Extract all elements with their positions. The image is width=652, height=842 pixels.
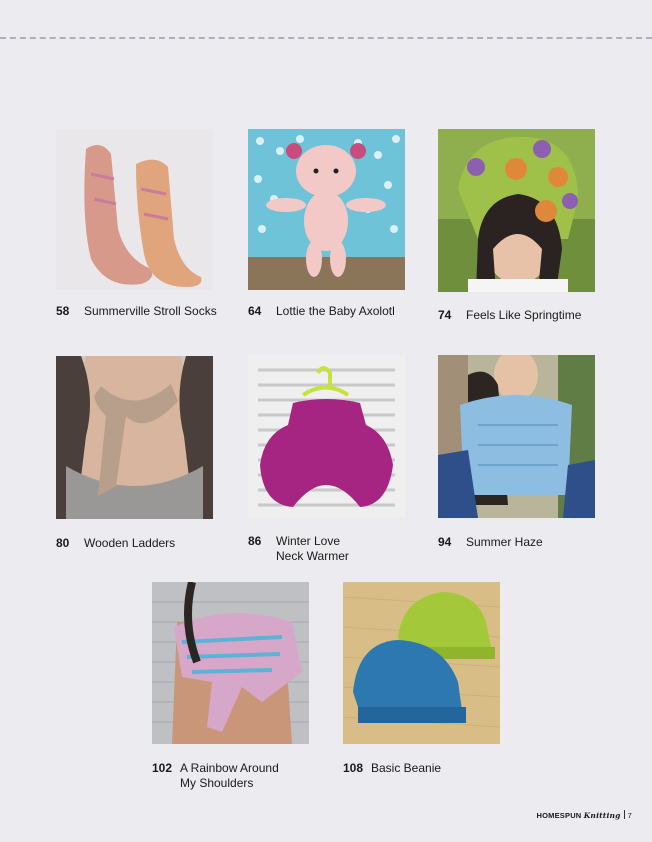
page-number: 58 bbox=[56, 304, 70, 318]
page-number: 94 bbox=[438, 535, 452, 549]
caption-102: 102 A Rainbow Around My Shoulders bbox=[152, 761, 342, 793]
footer-page-number: 7 bbox=[627, 811, 632, 820]
page-number: 80 bbox=[56, 536, 70, 550]
photo-basic-beanie[interactable] bbox=[343, 582, 500, 744]
caption-86: 86 Winter Love Neck Warmer bbox=[248, 534, 438, 566]
page-number: 108 bbox=[343, 761, 364, 775]
photo-wooden-ladders[interactable] bbox=[56, 356, 213, 519]
pattern-title[interactable]: Basic Beanie bbox=[371, 761, 441, 776]
brand-script: Knitting bbox=[583, 811, 621, 820]
pattern-title[interactable]: Feels Like Springtime bbox=[466, 308, 581, 323]
photo-winter-love-neck-warmer[interactable] bbox=[248, 355, 405, 518]
photo-lottie-the-baby-axolotl[interactable] bbox=[248, 129, 405, 290]
page-number: 74 bbox=[438, 308, 452, 322]
dashed-rule bbox=[0, 37, 652, 39]
photo-summerville-stroll-socks[interactable] bbox=[56, 129, 213, 290]
page-footer: HOMESPUN Knitting 7 bbox=[536, 810, 632, 820]
pattern-title-line-2[interactable]: Neck Warmer bbox=[276, 549, 349, 564]
photo-summer-haze[interactable] bbox=[438, 355, 595, 518]
footer-divider bbox=[623, 810, 625, 819]
photo-feels-like-springtime[interactable] bbox=[438, 129, 595, 292]
pattern-title[interactable]: Summer Haze bbox=[466, 535, 543, 550]
pattern-title-line-1[interactable]: Winter Love bbox=[276, 534, 340, 549]
page-number: 86 bbox=[248, 534, 262, 548]
pattern-title[interactable]: Summerville Stroll Socks bbox=[84, 304, 217, 319]
pattern-title-line-2[interactable]: My Shoulders bbox=[180, 776, 253, 791]
page-number: 64 bbox=[248, 304, 262, 318]
pattern-title[interactable]: Wooden Ladders bbox=[84, 536, 175, 551]
brand-name: HOMESPUN bbox=[536, 811, 582, 820]
photo-a-rainbow-around-my-shoulders[interactable] bbox=[152, 582, 309, 744]
pattern-title-line-1[interactable]: A Rainbow Around bbox=[180, 761, 279, 776]
page-number: 102 bbox=[152, 761, 173, 775]
pattern-title[interactable]: Lottie the Baby Axolotl bbox=[276, 304, 395, 319]
